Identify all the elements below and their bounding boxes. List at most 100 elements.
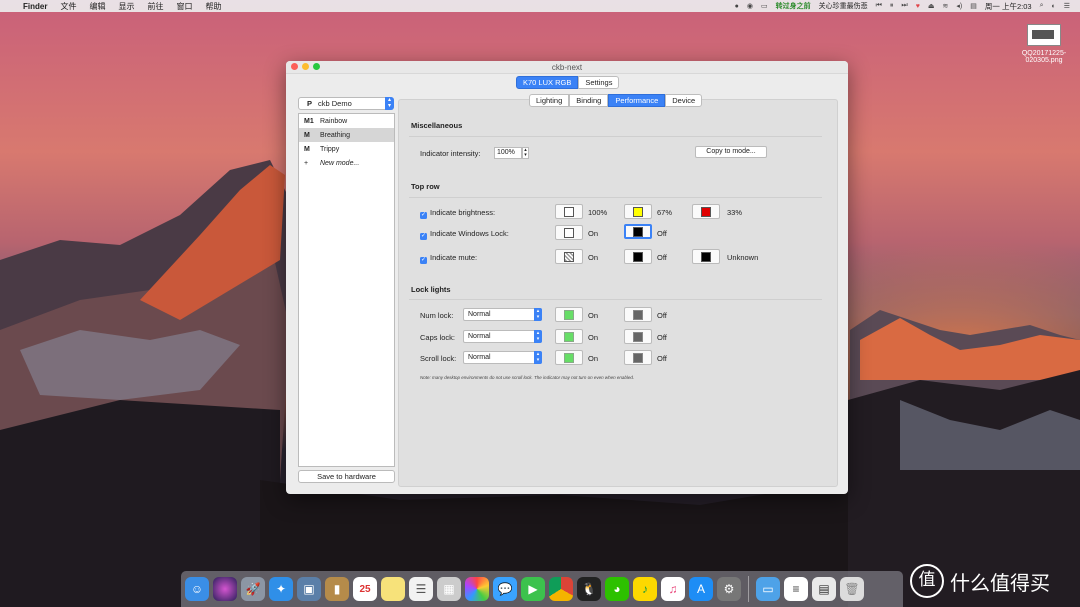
safari-icon[interactable]: ✦ [269,577,293,601]
brightness-color-33-button[interactable] [692,204,720,219]
copy-to-mode-button[interactable]: Copy to mode... [695,146,767,158]
keyboard-tray-icon[interactable]: ▭ [761,2,768,10]
scroll-lock-mode-select[interactable]: Normal ▴ ▾ [463,351,542,364]
preview-icon[interactable]: ▣ [297,577,321,601]
color-swatch [564,332,574,342]
caps-lock-off-label: Off [657,333,667,342]
menu-edit[interactable]: 编辑 [89,1,105,12]
menu-go[interactable]: 前往 [147,1,163,12]
menu-app-name[interactable]: Finder [23,2,47,11]
list-item-mode-trippy[interactable]: M Trippy [299,142,394,156]
launchpad-icon[interactable]: 🚀 [241,577,265,601]
color-swatch [633,310,643,320]
color-swatch [564,207,574,217]
windows-lock-on-color-button[interactable] [555,225,583,240]
scroll-lock-off-color-button[interactable] [624,350,652,365]
facetime-icon[interactable]: ▶ [521,577,545,601]
system-preferences-icon[interactable]: ⚙ [717,577,741,601]
menu-view[interactable]: 显示 [118,1,134,12]
eject-icon[interactable]: ⏏ [928,2,935,10]
minimize-window-icon[interactable] [302,63,309,70]
tab-lighting[interactable]: Lighting [529,94,570,107]
contacts-icon[interactable]: ▮ [325,577,349,601]
nvidia-tray-icon[interactable]: ◉ [747,2,753,10]
color-swatch [701,252,711,262]
trash-icon[interactable]: 🗑 [840,577,864,601]
intensity-stepper-icon[interactable]: ▴ ▾ [522,147,529,159]
indicate-mute-checkbox[interactable]: ✓ Indicate mute: [420,253,477,264]
wechat-icon[interactable]: ◕ [605,577,629,601]
qq-tray-icon[interactable]: ● [735,3,739,10]
scroll-lock-note: Note: many desktop environments do not u… [420,375,635,380]
tab-performance[interactable]: Performance [608,94,666,107]
scroll-lock-on-color-button[interactable] [555,350,583,365]
qq-icon[interactable]: 🐧 [577,577,601,601]
messages-icon[interactable]: 💬 [493,577,517,601]
pause-icon[interactable]: ⏸ [890,2,894,10]
indicator-intensity-input[interactable]: 100% [494,147,522,159]
brightness-color-67-button[interactable] [624,204,652,219]
reminders-icon[interactable]: ☰ [409,577,433,601]
checkbox-label: Indicate Windows Lock: [430,229,509,238]
indicate-windows-lock-checkbox[interactable]: ✓ Indicate Windows Lock: [420,229,509,240]
close-window-icon[interactable] [291,63,298,70]
folder-icon[interactable]: ▭ [756,577,780,601]
siri-menubar-icon[interactable]: ◐ [1051,3,1055,10]
photos-icon[interactable] [465,577,489,601]
mute-unknown-color-button[interactable] [692,249,720,264]
window-titlebar[interactable]: ckb-next [286,61,848,74]
num-lock-mode-select[interactable]: Normal ▴ ▾ [463,308,542,321]
next-track-icon[interactable]: ⏭ [901,2,907,10]
zoom-window-icon[interactable] [313,63,320,70]
list-item-mode-breathing[interactable]: M Breathing [299,128,394,142]
screenshot-icon[interactable]: ▤ [812,577,836,601]
list-item-mode-rainbow[interactable]: M1 Rainbow [299,114,394,128]
spotlight-icon[interactable]: ⌕ [1040,2,1044,10]
caps-lock-mode-select[interactable]: Normal ▴ ▾ [463,330,542,343]
num-lock-on-color-button[interactable] [555,307,583,322]
menu-bar: Finder 文件 编辑 显示 前往 窗口 帮助 ● ◉ ▭ 转过身之前 关心珍… [0,0,1080,12]
menu-file[interactable]: 文件 [60,1,76,12]
watermark-text: 什么值得买 [950,572,1050,595]
windows-lock-off-color-button[interactable] [624,224,652,239]
dock-separator [748,576,749,602]
checkbox-label: Indicate mute: [430,253,478,262]
profile-select[interactable]: P ckb Demo ▴ ▾ [298,97,394,110]
mute-off-color-button[interactable] [624,249,652,264]
caps-lock-on-color-button[interactable] [555,329,583,344]
tab-binding[interactable]: Binding [569,94,609,107]
notes-icon[interactable] [381,577,405,601]
siri-icon[interactable] [213,577,237,601]
new-mode-item[interactable]: + New mode... [299,156,394,170]
wifi-icon[interactable]: ≋ [943,2,949,10]
tab-settings[interactable]: Settings [578,76,620,89]
menu-help[interactable]: 帮助 [205,1,221,12]
mute-on-color-button[interactable] [555,249,583,264]
input-method-icon[interactable]: ▤ [970,2,977,10]
num-lock-off-color-button[interactable] [624,307,652,322]
volume-icon[interactable]: ◂) [956,2,962,10]
color-swatch [564,310,574,320]
indicate-brightness-checkbox[interactable]: ✓ Indicate brightness: [420,208,495,219]
photo-booth-icon[interactable]: ▦ [437,577,461,601]
app-store-icon[interactable]: A [689,577,713,601]
notification-center-icon[interactable]: ☰ [1064,2,1070,10]
calendar-icon[interactable]: 25 [353,577,377,601]
heart-icon[interactable]: ♥ [916,3,920,10]
finder-icon[interactable]: ☺ [185,577,209,601]
qq-music-icon[interactable]: ♪ [633,577,657,601]
menu-window[interactable]: 窗口 [176,1,192,12]
color-swatch [564,228,574,238]
save-to-hardware-button[interactable]: Save to hardware [298,470,395,483]
chrome-icon[interactable] [549,577,573,601]
previous-track-icon[interactable]: ⏮ [876,2,882,10]
brightness-color-100-button[interactable] [555,204,583,219]
brightness-100-label: 100% [588,208,608,217]
caps-lock-off-color-button[interactable] [624,329,652,344]
file-icon[interactable]: ≡ [784,577,808,601]
tab-device[interactable]: Device [665,94,703,107]
itunes-icon[interactable]: ♫ [661,577,685,601]
tab-k70-lux-rgb[interactable]: K70 LUX RGB [516,76,579,89]
desktop-file[interactable]: QQ20171225-020305.png [1012,24,1076,64]
menubar-clock[interactable]: 周一 上午2:03 [985,1,1032,12]
